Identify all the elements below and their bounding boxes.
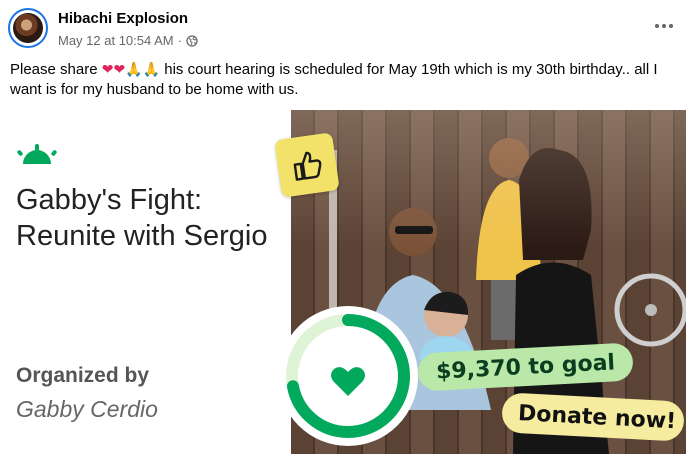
photo-highlight <box>291 110 686 250</box>
more-options-icon[interactable] <box>652 14 676 38</box>
avatar-image <box>13 13 43 43</box>
heart-emoji-icon: ❤ <box>113 62 126 78</box>
fundraiser-card[interactable]: Gabby's Fight: Reunite with Sergio Organ… <box>0 110 686 454</box>
heart-emoji-icon: ❤ <box>101 62 114 78</box>
praying-hands-emoji-icon: 🙏 <box>125 62 143 78</box>
post-meta: May 12 at 10:54 AM · <box>58 33 198 48</box>
organized-by-label: Organized by <box>16 364 150 387</box>
post-text-prefix: Please share <box>10 61 98 78</box>
heart-icon <box>331 367 365 396</box>
post-timestamp[interactable]: May 12 at 10:54 AM <box>58 33 174 48</box>
globe-icon[interactable] <box>186 34 198 47</box>
fundraiser-title[interactable]: Gabby's Fight: Reunite with Sergio <box>16 182 276 254</box>
meta-separator: · <box>177 33 182 48</box>
post-header: Hibachi Explosion May 12 at 10:54 AM · <box>0 0 686 56</box>
thumbs-up-icon <box>274 132 340 198</box>
page-name-link[interactable]: Hibachi Explosion <box>58 10 188 27</box>
praying-hands-emoji-icon: 🙏 <box>142 62 161 78</box>
page-avatar[interactable] <box>8 8 48 48</box>
organizer-name: Gabby Cerdio <box>16 396 158 422</box>
progress-ring <box>286 314 410 438</box>
gofundme-logo-icon <box>17 144 57 164</box>
post-text: Please share ❤❤🙏🙏 his court hearing is s… <box>10 60 680 100</box>
